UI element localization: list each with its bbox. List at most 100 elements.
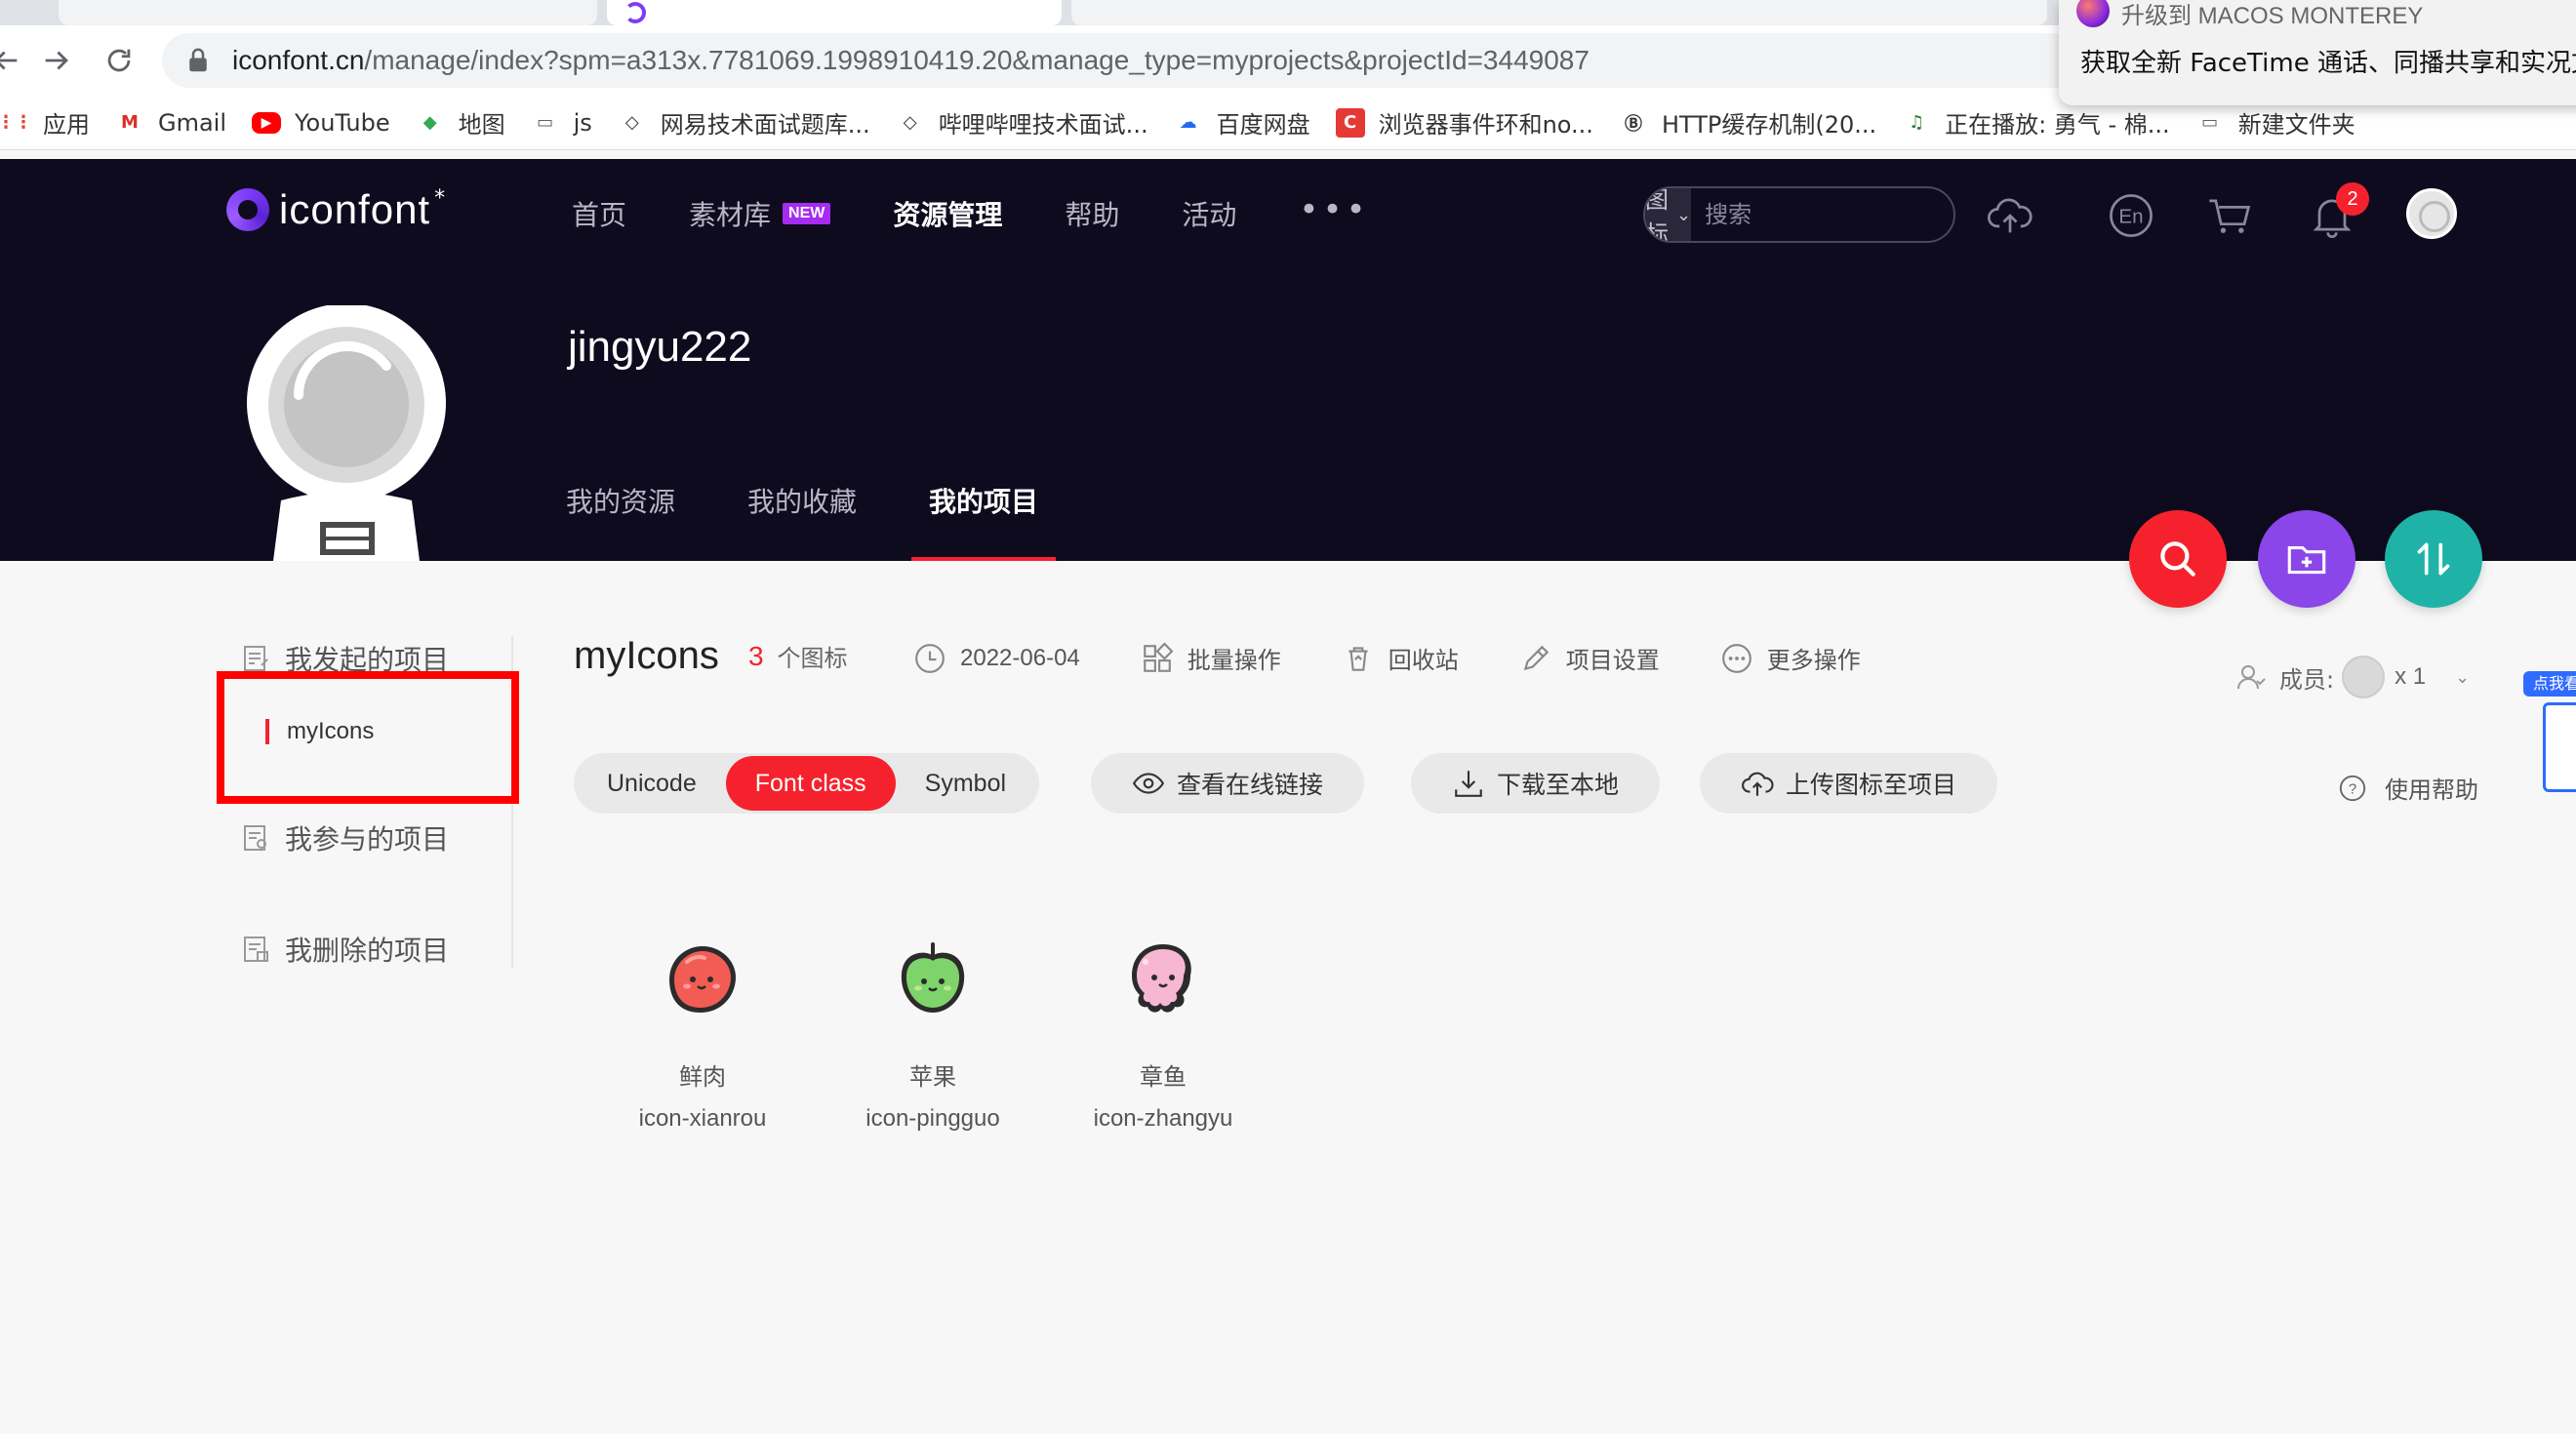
sidebar-item-deleted[interactable]: 我删除的项目 <box>242 925 449 974</box>
language-switch-button[interactable]: En <box>2104 188 2158 243</box>
icon-card[interactable]: 章鱼 icon-zhangyu <box>1066 940 1261 1133</box>
address-bar[interactable]: iconfont.cn/manage/index?spm=a313x.77810… <box>162 33 2260 88</box>
font-mode-option[interactable]: Symbol <box>896 756 1035 811</box>
floating-guide-widget[interactable]: 点我看 <box>2523 663 2576 800</box>
bookmark-item[interactable]: ◆ 地图 <box>416 105 505 139</box>
profile-tab[interactable]: 我的资源 <box>566 481 675 561</box>
profile-tab[interactable]: 我的项目 <box>911 481 1057 561</box>
bookmark-item[interactable]: ◇ 网易技术面试题库... <box>618 105 870 139</box>
recycle-bin-button[interactable]: 回收站 <box>1342 641 1459 675</box>
svg-text:En: En <box>2118 206 2143 228</box>
member-avatar <box>2342 656 2386 698</box>
site-nav-item[interactable]: 首页 <box>572 194 626 233</box>
iconfont-logo[interactable]: iconfont * <box>226 186 445 233</box>
members-icon <box>2237 665 2266 690</box>
bookmark-item[interactable]: ▭ js <box>531 108 592 138</box>
upload-icons-button[interactable]: 上传图标至项目 <box>1700 753 1998 814</box>
upload-cloud-button[interactable] <box>1983 188 2037 243</box>
netease-icon: ◇ <box>624 112 639 133</box>
more-operations-button[interactable]: 更多操作 <box>1720 641 1861 675</box>
apps-grid-icon: ⋮⋮ <box>0 112 32 133</box>
astronaut-avatar-icon <box>247 305 446 561</box>
system-notification[interactable]: 升级到 MACOS MONTEREY 获取全新 FaceTime 通话、同播共享… <box>2059 0 2576 105</box>
iconfont-logo-icon <box>226 188 269 231</box>
bilibili-icon: ◇ <box>903 112 917 133</box>
project-title: myIcons 3 个图标 <box>574 634 848 677</box>
sidebar-item-joined[interactable]: 我参与的项目 <box>242 814 449 862</box>
search-icon <box>2160 541 2195 577</box>
notification-title: 升级到 MACOS MONTEREY <box>2121 3 2424 29</box>
new-badge: NEW <box>783 203 831 224</box>
reload-icon <box>107 49 131 72</box>
browser-tab[interactable] <box>1071 0 2047 25</box>
bookmark-item[interactable]: ☁ 百度网盘 <box>1174 105 1310 139</box>
download-local-button[interactable]: 下载至本地 <box>1411 753 1661 814</box>
batch-operation-button[interactable]: 批量操作 <box>1141 641 1281 675</box>
macos-monterey-icon <box>2076 0 2110 27</box>
profile-tabs: 我的资源 我的收藏 我的项目 <box>566 481 1110 561</box>
project-members[interactable]: 成员: x 1 ⌄ <box>2234 656 2470 698</box>
site-header: iconfont * 首页素材库NEW资源管理帮助活动••• 图标⌄ En 2 … <box>0 159 2576 561</box>
font-mode-option[interactable]: Font class <box>725 756 896 811</box>
font-mode-switch: Unicode Font class Symbol <box>574 753 1040 814</box>
bookmark-item[interactable]: ⋮⋮ 应用 <box>0 105 90 139</box>
project-settings-button[interactable]: 项目设置 <box>1519 641 1660 675</box>
apple-icon <box>901 942 965 1013</box>
sort-fab[interactable] <box>2385 510 2482 608</box>
cloud-upload-icon <box>1742 772 1774 796</box>
search-fab[interactable] <box>2129 510 2227 608</box>
back-button[interactable] <box>0 39 27 82</box>
site-nav-item[interactable]: 素材库 NEW <box>689 194 831 233</box>
loading-spinner-icon <box>624 2 646 23</box>
profile-username: jingyu222 <box>568 323 752 371</box>
more-circle-icon <box>1721 643 1751 673</box>
pencil-icon <box>1523 645 1549 670</box>
site-nav-item[interactable]: 活动 <box>1182 194 1236 233</box>
usage-help-link[interactable]: ? 使用帮助 <box>2338 771 2478 805</box>
chevron-down-icon: ⌄ <box>2455 666 2471 688</box>
bookmark-item[interactable]: ▭ 新建文件夹 <box>2195 105 2355 139</box>
icon-card[interactable]: 苹果 icon-pingguo <box>835 940 1030 1133</box>
arrow-left-icon <box>0 51 18 70</box>
icon-count: 3 <box>747 640 764 671</box>
new-project-fab[interactable] <box>2258 510 2355 608</box>
profile-tab[interactable]: 我的收藏 <box>747 481 857 561</box>
folder-icon: ▭ <box>537 112 554 133</box>
download-icon <box>1455 771 1482 797</box>
view-online-link-button[interactable]: 查看在线链接 <box>1091 753 1365 814</box>
browser-tab[interactable] <box>59 0 597 25</box>
site-nav-item[interactable]: 帮助 <box>1065 194 1119 233</box>
bookmark-item[interactable]: ▶ YouTube <box>252 109 390 137</box>
annotation-highlight-box <box>217 671 519 804</box>
font-mode-option[interactable]: Unicode <box>578 756 726 811</box>
eye-icon <box>1132 773 1165 794</box>
search-input[interactable] <box>1691 188 1953 241</box>
bookmark-item[interactable]: M Gmail <box>115 108 226 138</box>
icon-card[interactable]: 鲜肉 icon-xianrou <box>605 940 800 1133</box>
forward-button[interactable] <box>35 39 78 82</box>
gmail-icon: M <box>121 112 139 133</box>
chevron-down-icon: ⌄ <box>1676 204 1692 225</box>
c-logo-icon: C <box>1335 107 1365 138</box>
english-language-icon: En <box>2110 194 2153 237</box>
checklist-icon <box>2543 702 2576 792</box>
trash-icon <box>1348 646 1368 671</box>
site-nav: 首页 素材库 NEW 资源管理 帮助 活动 ••• <box>572 190 1370 233</box>
folder-icon: ▭ <box>2201 112 2219 133</box>
lock-icon <box>189 48 207 72</box>
search-type-select[interactable]: 图标 ⌄ <box>1645 188 1692 241</box>
bookmark-item[interactable]: Ⓑ HTTP缓存机制(20... <box>1619 105 1876 139</box>
bookmark-item[interactable]: ♫ 正在播放: 勇气 - 棉... <box>1902 105 2170 139</box>
site-nav-item[interactable]: 资源管理 <box>893 194 1002 233</box>
cart-button[interactable] <box>2203 188 2258 243</box>
shopping-cart-icon <box>2209 199 2251 233</box>
youtube-icon: ▶ <box>252 111 282 134</box>
maps-icon: ◆ <box>423 112 437 133</box>
browser-tab-active[interactable] <box>607 0 1062 25</box>
reload-button[interactable] <box>98 39 141 82</box>
question-circle-icon: ? <box>2339 775 2366 801</box>
bookmark-item[interactable]: C 浏览器事件环和no... <box>1335 105 1593 139</box>
user-avatar[interactable] <box>2406 188 2457 239</box>
bookmark-item[interactable]: ◇ 哔哩哔哩技术面试... <box>896 105 1148 139</box>
more-dots-icon[interactable]: ••• <box>1299 190 1369 229</box>
